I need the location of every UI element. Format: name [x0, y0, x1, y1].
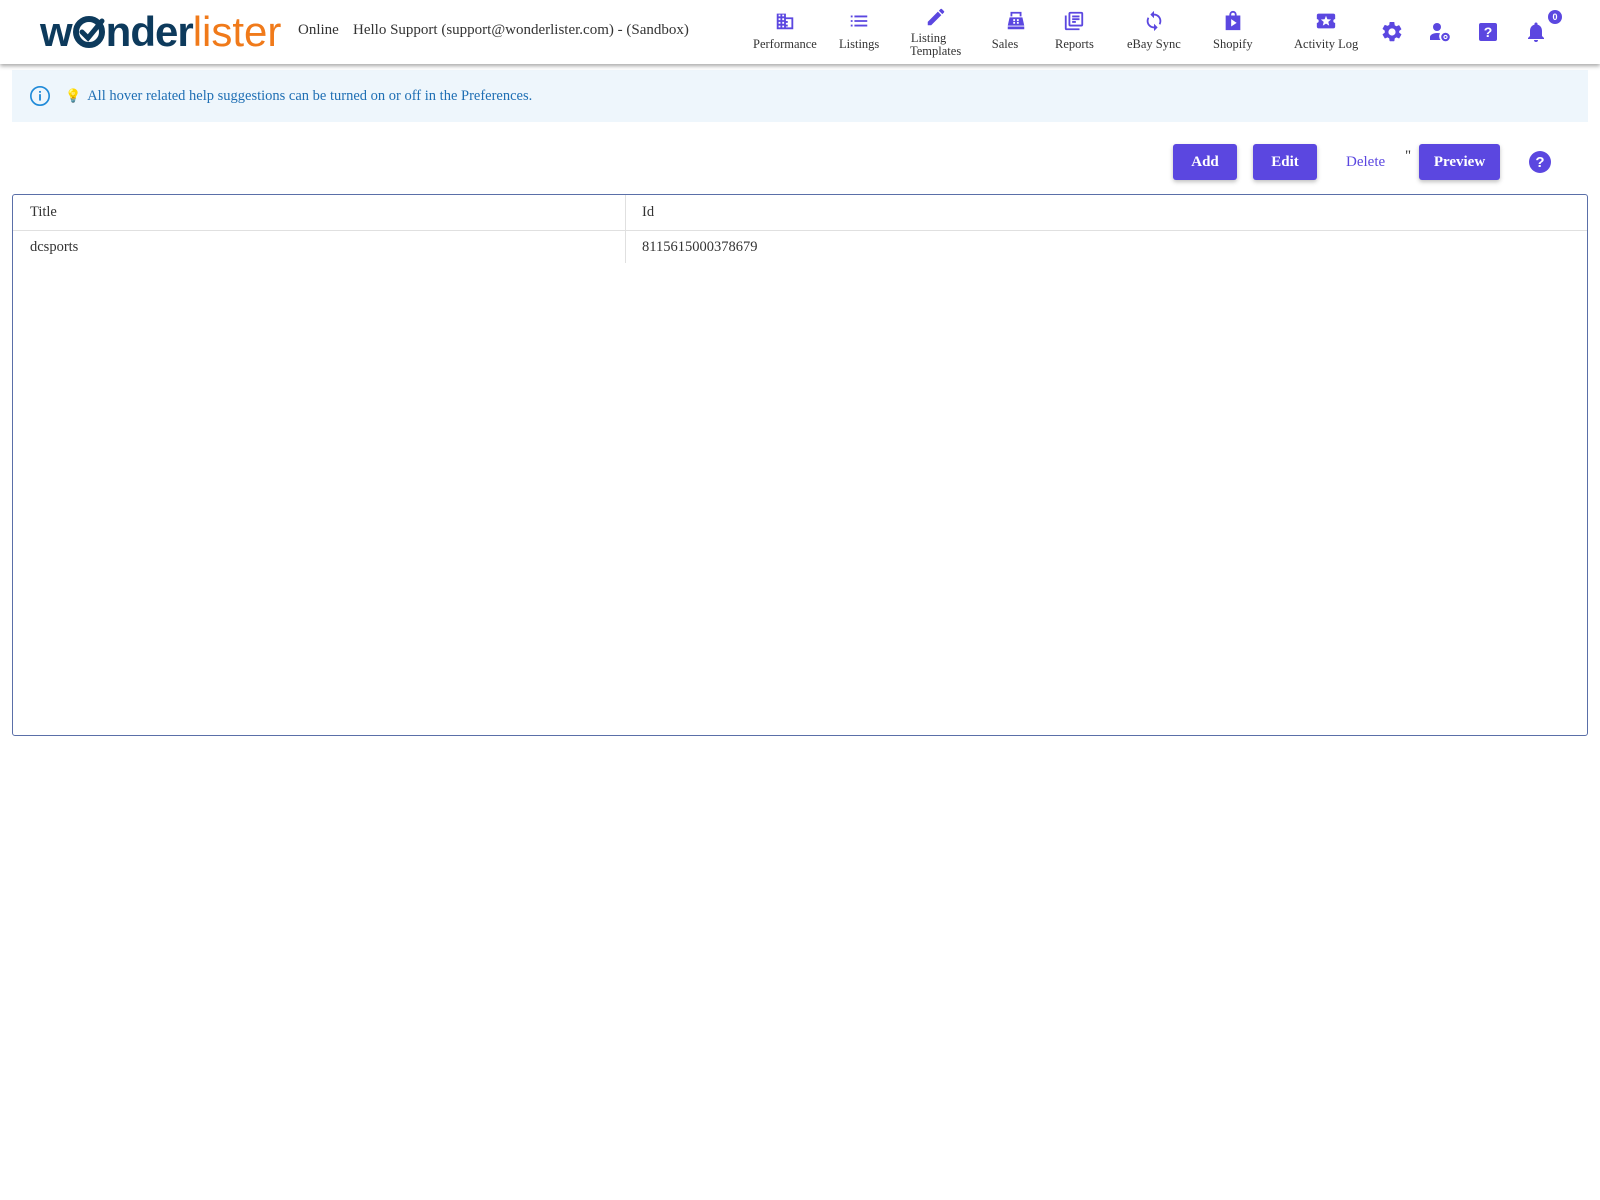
nav-reports[interactable]: Reports — [1055, 10, 1094, 51]
edit-button[interactable]: Edit — [1253, 144, 1317, 180]
user-settings-icon[interactable] — [1428, 20, 1452, 44]
help-circle-icon[interactable]: ? — [1528, 150, 1552, 174]
building-icon — [776, 13, 794, 30]
nav-ebay-sync[interactable]: eBay Sync — [1127, 10, 1181, 51]
cell-title[interactable]: dcsports — [13, 231, 626, 263]
shopify-bag-icon — [1225, 10, 1241, 31]
nav-listings[interactable]: Listings — [839, 10, 879, 51]
online-status: Online — [298, 22, 339, 38]
nav-reports-label: Reports — [1055, 37, 1094, 51]
nav-performance[interactable]: Performance — [753, 10, 817, 51]
info-banner-text: All hover related help suggestions can b… — [87, 87, 533, 104]
nav-shopify-label: Shopify — [1213, 37, 1253, 51]
info-circle-icon — [30, 86, 50, 106]
nav-sales-label: Sales — [991, 37, 1019, 51]
settings-gear-icon[interactable] — [1380, 20, 1404, 44]
nav-shopify[interactable]: Shopify — [1213, 10, 1253, 51]
sync-icon — [1146, 10, 1162, 32]
nav-sales[interactable]: Sales — [983, 10, 1027, 51]
logo-lister: lister — [192, 8, 282, 55]
top-navigation-bar: w nderlister Online Hello Support (suppor… — [0, 0, 1600, 64]
list-icon — [850, 15, 868, 27]
table-row[interactable]: dcsports 8115615000378679 — [13, 231, 1587, 263]
info-banner: 💡 All hover related help suggestions can… — [12, 70, 1588, 122]
templates-table: Title Id dcsports 8115615000378679 — [12, 194, 1588, 736]
svg-text:?: ? — [1484, 24, 1493, 40]
cash-register-icon — [1007, 11, 1025, 30]
notification-bell-icon[interactable] — [1524, 20, 1548, 44]
nav-activity-log-label: Activity Log — [1294, 37, 1359, 51]
svg-text:?: ? — [1535, 154, 1544, 171]
table-header-row: Title Id — [13, 195, 1587, 231]
activity-ticket-icon — [1316, 13, 1336, 29]
nav-listings-label: Listings — [839, 37, 880, 51]
reports-icon — [1065, 11, 1084, 31]
nav-activity-log[interactable]: Activity Log — [1294, 10, 1358, 51]
nav-performance-label: Performance — [753, 37, 817, 51]
lightbulb-icon: 💡 — [65, 88, 82, 103]
cell-id[interactable]: 8115615000378679 — [626, 231, 1587, 263]
logo-nder: nder — [105, 8, 194, 55]
nav-listing-templates[interactable]: Listing Templates — [910, 6, 961, 58]
nav-listing-templates-label-2: Templates — [910, 44, 962, 58]
preview-button[interactable]: Preview — [1419, 144, 1500, 180]
nav-ebay-sync-label: eBay Sync — [1127, 37, 1181, 51]
delete-button[interactable]: Delete — [1346, 144, 1385, 180]
wonderlister-logo[interactable]: w nderlister — [40, 8, 281, 56]
notification-count-badge: 0 — [1548, 10, 1562, 24]
column-header-id[interactable]: Id — [626, 195, 1587, 230]
logo-w: w — [40, 8, 73, 55]
user-greeting: Hello Support (support@wonderlister.com)… — [353, 22, 689, 38]
add-button[interactable]: Add — [1173, 144, 1237, 180]
stray-quote-text: " — [1405, 148, 1412, 164]
logo-check-icon — [72, 11, 106, 48]
help-box-icon[interactable]: ? — [1476, 20, 1500, 44]
pencil-icon — [927, 8, 944, 26]
column-header-title[interactable]: Title — [13, 195, 626, 230]
